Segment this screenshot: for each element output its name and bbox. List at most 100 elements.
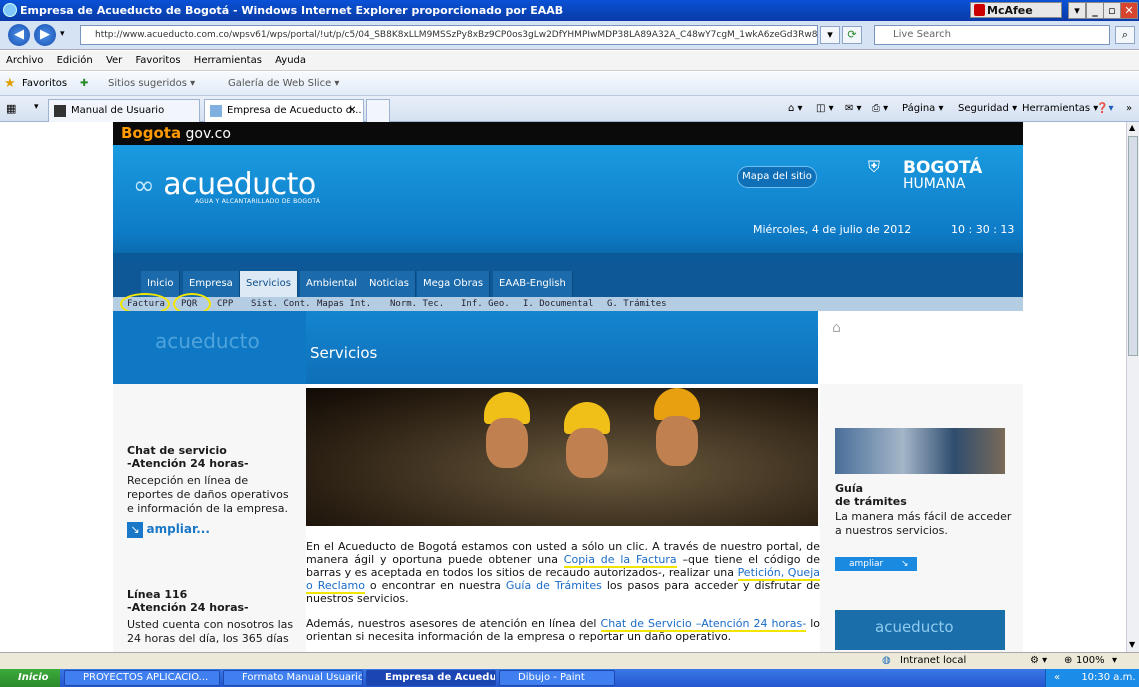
subnav-norm-tec[interactable]: Norm. Tec. (390, 297, 444, 311)
menu-herramientas[interactable]: Herramientas (194, 55, 262, 66)
vertical-scrollbar[interactable]: ▲ ▼ (1126, 122, 1139, 652)
home-icon[interactable]: ⌂ ▾ (788, 99, 803, 119)
guia-body: La manera más fácil de acceder a nuestro… (835, 510, 1012, 537)
window-title-bar: Empresa de Acueducto de Bogotá - Windows… (0, 0, 1139, 21)
taskbar-item-folder[interactable]: PROYECTOS APLICACIO... (64, 670, 220, 686)
taskbar-item-word[interactable]: Formato Manual Usuario ... (223, 670, 363, 686)
zoom-dropdown-icon[interactable]: ▾ (1112, 653, 1117, 669)
nav-noticias[interactable]: Noticias (363, 271, 416, 297)
ampliar-label: ampliar... (146, 522, 210, 536)
subnav-i-documental[interactable]: I. Documental (523, 297, 593, 311)
tools-menu[interactable]: Herramientas ▾ (1022, 99, 1098, 119)
chat-ampliar-link[interactable]: ↘ ampliar... (127, 522, 297, 538)
add-favorite-icon[interactable]: ✚ (80, 72, 88, 96)
dropdown-button[interactable]: ▾ (1068, 2, 1086, 19)
workers-photo (306, 388, 818, 526)
new-tab-button[interactable] (366, 99, 390, 122)
close-tab-icon[interactable]: ✕ (348, 100, 356, 122)
section-logo-text: acueducto (155, 329, 260, 353)
suggested-sites-link[interactable]: Sitios sugeridos ▾ (108, 72, 195, 96)
more-commands-icon[interactable]: » (1126, 99, 1132, 119)
menu-edicion[interactable]: Edición (57, 55, 93, 66)
menu-favoritos[interactable]: Favoritos (135, 55, 180, 66)
web-slice-gallery-link[interactable]: Galería de Web Slice ▾ (228, 72, 339, 96)
acueducto-ad[interactable]: acueducto (835, 610, 1005, 650)
security-menu[interactable]: Seguridad ▾ (958, 99, 1017, 119)
quick-tabs-icon[interactable]: ▦ (6, 102, 16, 115)
maximize-button[interactable]: ▫ (1103, 2, 1121, 19)
subnav-inf-geo[interactable]: Inf. Geo. (461, 297, 510, 311)
subnav-g-tramites[interactable]: G. Trámites (607, 297, 667, 311)
close-button[interactable]: ✕ (1120, 2, 1138, 19)
window-title: Empresa de Acueducto de Bogotá - Windows… (20, 4, 564, 17)
tab-list-icon[interactable]: ▾ (34, 102, 39, 112)
current-date: Miércoles, 4 de julio de 2012 (753, 223, 912, 236)
tab-manual-usuario[interactable]: Manual de Usuario Ejemplo (48, 99, 200, 138)
search-input[interactable]: Live Search (874, 25, 1110, 45)
taskbar-item-label: Dibujo - Paint (518, 672, 585, 683)
tab-bar: ▦ ▾ Manual de Usuario Ejemplo Empresa de… (0, 96, 1139, 138)
menu-ayuda[interactable]: Ayuda (275, 55, 306, 66)
start-button[interactable]: Inicio (0, 669, 60, 687)
scroll-up-icon[interactable]: ▲ (1129, 123, 1135, 132)
gov-brand[interactable]: Bogota (121, 124, 181, 142)
address-input[interactable]: http://www.acueducto.com.co/wpsv61/wps/p… (80, 25, 818, 45)
page-menu[interactable]: Página ▾ (902, 99, 944, 119)
start-label: Inicio (18, 672, 49, 683)
guia-ampliar-button[interactable]: ampliar ↘ (835, 557, 917, 571)
feeds-icon[interactable]: ◫ ▾ (816, 99, 834, 119)
page-viewport: Bogota gov.co ∞ acueducto AGUA Y ALCANTA… (0, 122, 1126, 652)
subnav-mapas-int[interactable]: Mapas Int. (317, 297, 371, 311)
ad-logo-text: acueducto (875, 618, 954, 636)
tray-expand-icon[interactable]: « (1054, 672, 1060, 683)
subnav-cpp[interactable]: CPP (217, 297, 233, 311)
banner-divider (113, 253, 1023, 261)
bogota-text: BOGOTÁ (903, 158, 983, 178)
gov-bar: Bogota gov.co (113, 122, 1023, 145)
address-dropdown-button[interactable]: ▾ (820, 26, 840, 44)
scroll-down-icon[interactable]: ▼ (1129, 640, 1135, 649)
intro-paragraph-2: Además, nuestros asesores de atención en… (306, 617, 820, 643)
linea-subtitle: -Atención 24 horas- (127, 601, 249, 614)
tab-acueducto[interactable]: Empresa de Acueducto d... ✕ (204, 99, 364, 122)
site-favicon-icon (54, 105, 66, 117)
right-column: Guía de trámites La manera más fácil de … (820, 384, 1023, 652)
search-icon[interactable]: ⌕ (1115, 26, 1135, 44)
forward-button[interactable]: ▶ (34, 24, 56, 46)
star-icon: ★ (4, 76, 16, 91)
print-icon[interactable]: ⎙ ▾ (872, 99, 888, 119)
taskbar-item-ie[interactable]: Empresa de Acueduct... (366, 670, 496, 686)
nav-servicios[interactable]: Servicios (240, 271, 298, 297)
protected-mode-icon[interactable]: ⚙ ▾ (1030, 653, 1047, 669)
mail-icon[interactable]: ✉ ▾ (845, 99, 862, 119)
mcafee-button[interactable]: McAfee (970, 2, 1062, 18)
scroll-thumb[interactable] (1128, 136, 1138, 356)
subnav-sist-cont[interactable]: Sist. Cont. (251, 297, 311, 311)
logo-mark-icon: ∞ (133, 171, 155, 201)
nav-eaab-english[interactable]: EAAB-English (493, 271, 573, 297)
minimize-button[interactable]: _ (1086, 2, 1104, 19)
nav-mega-obras[interactable]: Mega Obras (417, 271, 491, 297)
history-dropdown-icon[interactable]: ▾ (60, 29, 65, 39)
guia-box: Guía de trámites La manera más fácil de … (835, 482, 1015, 538)
favorites-button[interactable]: Favoritos (22, 72, 67, 96)
acueducto-logo[interactable]: ∞ acueducto AGUA Y ALCANTARILLADO DE BOG… (133, 167, 320, 205)
taskbar-item-label: PROYECTOS APLICACIO... (83, 672, 209, 683)
refresh-icon[interactable]: ⟳ (842, 26, 862, 44)
menu-ver[interactable]: Ver (106, 55, 122, 66)
menu-archivo[interactable]: Archivo (6, 55, 43, 66)
bogota-humana-logo[interactable]: BOGOTÁ HUMANA (903, 158, 983, 193)
system-tray: « 10:30 a.m. (1045, 669, 1139, 687)
help-icon[interactable]: ❓▾ (1096, 99, 1113, 119)
sitemap-button[interactable]: Mapa del sitio (737, 166, 817, 188)
home-icon[interactable]: ⌂ (832, 320, 846, 336)
taskbar-item-paint[interactable]: Dibujo - Paint (499, 670, 615, 686)
back-button[interactable]: ◀ (8, 24, 30, 46)
chat-body: Recepción en línea de reportes de daños … (127, 474, 289, 515)
guia-title-1: Guía (835, 482, 864, 495)
zoom-level[interactable]: 100% (1076, 653, 1105, 669)
guia-tramites-link[interactable]: Guía de Trámites (506, 579, 602, 592)
nav-ambiental[interactable]: Ambiental (300, 271, 365, 297)
taskbar-item-label: Empresa de Acueduct... (385, 672, 496, 683)
mcafee-label: McAfee (987, 4, 1033, 17)
